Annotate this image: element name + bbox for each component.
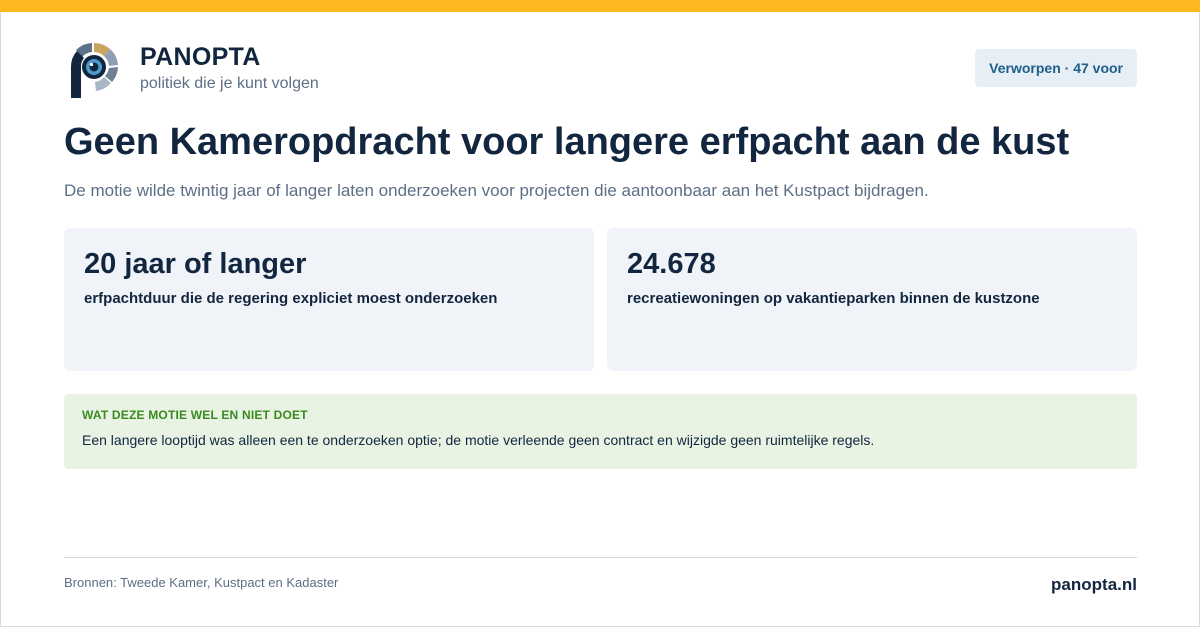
stat-value: 20 jaar of langer xyxy=(84,248,307,280)
notice-text: Een langere looptijd was alleen een te o… xyxy=(82,432,875,448)
brand-tagline: politiek die je kunt volgen xyxy=(140,75,319,92)
notice-heading: WAT DEZE MOTIE WEL EN NIET DOET xyxy=(82,408,308,422)
page-subtitle: De motie wilde twintig jaar of langer la… xyxy=(64,181,929,200)
stat-card-duration: 20 jaar of langer erfpachtduur die de re… xyxy=(64,228,594,371)
stat-card-holiday-homes: 24.678 recreatiewoningen op vakantiepark… xyxy=(607,228,1137,371)
top-accent-bar xyxy=(0,0,1200,12)
stat-label: erfpachtduur die de regering expliciet m… xyxy=(84,290,498,307)
stat-label: recreatiewoningen op vakantieparken binn… xyxy=(627,290,1040,307)
stat-value: 24.678 xyxy=(627,248,716,280)
sources-text: Bronnen: Tweede Kamer, Kustpact en Kadas… xyxy=(64,575,339,590)
motion-explainer-notice: WAT DEZE MOTIE WEL EN NIET DOET Een lang… xyxy=(64,394,1137,469)
vote-status-badge: Verworpen · 47 voor xyxy=(975,49,1137,87)
footer-divider xyxy=(64,557,1137,558)
panopta-logo-icon xyxy=(68,41,120,99)
site-link[interactable]: panopta.nl xyxy=(1051,575,1137,595)
brand-name: PANOPTA xyxy=(140,43,261,71)
page-title: Geen Kameropdracht voor langere erfpacht… xyxy=(64,121,1070,163)
